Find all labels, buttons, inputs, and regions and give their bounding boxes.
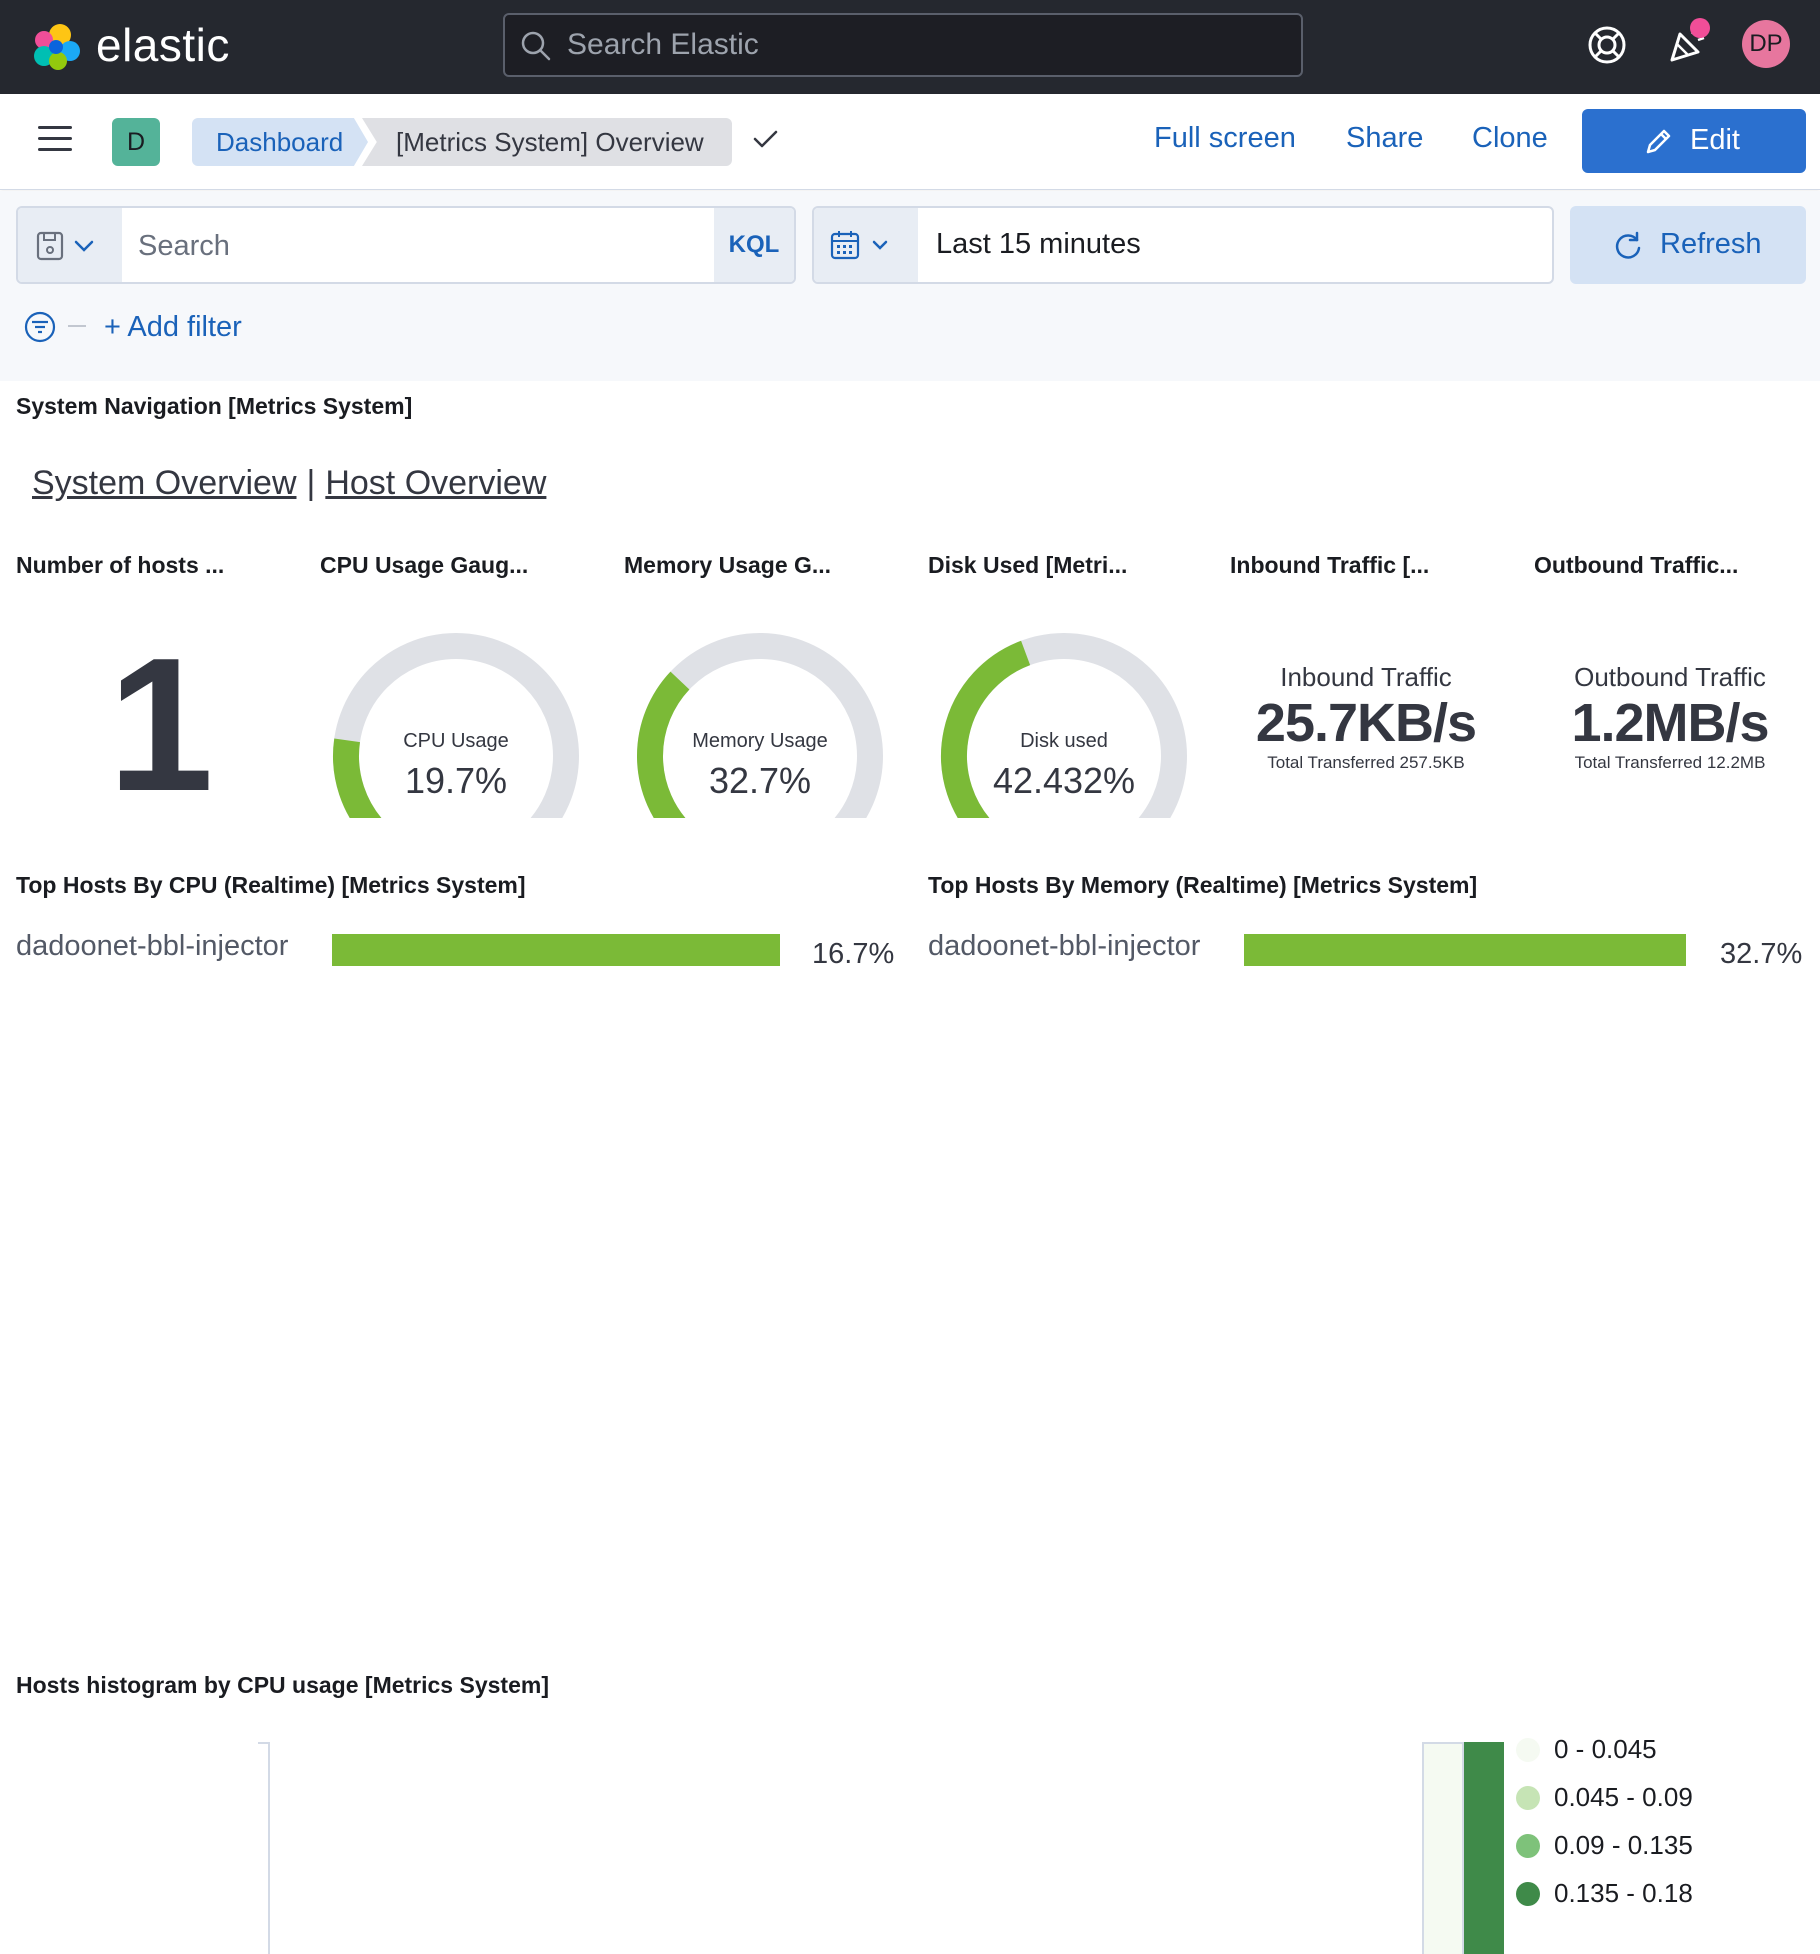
legend-swatch xyxy=(1516,1786,1540,1810)
disk-gauge: Disk used 42.432% xyxy=(924,628,1204,818)
global-search-input[interactable] xyxy=(567,21,1287,69)
cpu-gauge: CPU Usage 19.7% xyxy=(316,628,596,818)
calendar-icon xyxy=(830,231,888,260)
date-picker[interactable]: Last 15 minutes xyxy=(812,206,1554,284)
inbound-traffic-value: 25.7KB/s xyxy=(1255,693,1477,753)
heatmap-axis-tick xyxy=(258,1742,270,1744)
top-memory-host-name: dadoonet-bbl-injector xyxy=(928,930,1201,962)
memory-gauge-label: Memory Usage xyxy=(692,730,828,752)
brand-name[interactable]: elastic xyxy=(96,18,230,72)
legend-swatch xyxy=(1516,1834,1540,1858)
heatmap-cell[interactable] xyxy=(1422,1742,1464,1954)
time-range-text[interactable]: Last 15 minutes xyxy=(936,228,1141,261)
legend-swatch xyxy=(1516,1882,1540,1906)
panel-title-top-memory: Top Hosts By Memory (Realtime) [Metrics … xyxy=(928,872,1478,898)
disk-gauge-value: 42.432% xyxy=(992,760,1136,801)
space-avatar[interactable]: D xyxy=(112,118,160,166)
legend-item[interactable]: 0 - 0.045 xyxy=(1516,1734,1657,1765)
hosts-count-value: 1 xyxy=(108,619,214,831)
menu-icon[interactable] xyxy=(38,126,72,154)
filter-icon[interactable] xyxy=(24,311,56,343)
full-screen-link[interactable]: Full screen xyxy=(1154,122,1296,155)
inbound-traffic-total: Total Transferred 257.5KB xyxy=(1267,753,1465,772)
add-filter-button[interactable]: + Add filter xyxy=(104,311,242,344)
quick-menu-button[interactable] xyxy=(814,208,918,282)
pencil-icon xyxy=(1646,129,1671,154)
help-icon[interactable] xyxy=(1584,22,1630,68)
panel-title-top-cpu: Top Hosts By CPU (Realtime) [Metrics Sys… xyxy=(16,872,526,898)
edit-button[interactable]: Edit xyxy=(1582,109,1806,173)
share-link[interactable]: Share xyxy=(1346,122,1423,155)
panel-title-outbound: Outbound Traffic... xyxy=(1534,552,1739,578)
disk-gauge-label: Disk used xyxy=(1020,730,1108,752)
legend-item[interactable]: 0.09 - 0.135 xyxy=(1516,1830,1693,1861)
heatmap-cell[interactable] xyxy=(1464,1742,1504,1954)
refresh-button[interactable]: Refresh xyxy=(1570,206,1806,284)
panel-title-navigation: System Navigation [Metrics System] xyxy=(16,393,413,419)
inbound-traffic-label: Inbound Traffic xyxy=(1280,662,1452,692)
legend-label: 0.09 - 0.135 xyxy=(1554,1830,1693,1860)
outbound-traffic-total: Total Transferred 12.2MB xyxy=(1574,753,1766,772)
outbound-traffic-label: Outbound Traffic xyxy=(1574,662,1766,692)
legend-label: 0 - 0.045 xyxy=(1554,1734,1657,1764)
search-icon xyxy=(521,31,551,61)
outbound-traffic-value: 1.2MB/s xyxy=(1571,693,1769,753)
query-search[interactable]: KQL xyxy=(16,206,796,284)
user-avatar[interactable]: DP xyxy=(1742,20,1790,68)
panel-title-hosts: Number of hosts ... xyxy=(16,552,225,578)
breadcrumb-current: [Metrics System] Overview xyxy=(362,118,732,166)
elastic-logo-icon[interactable] xyxy=(30,20,82,72)
inbound-traffic-metric: Inbound Traffic 25.7KB/s Total Transferr… xyxy=(1236,662,1496,773)
nav-separator: | xyxy=(306,464,316,502)
top-cpu-host-bar xyxy=(332,934,780,966)
saved-query-button[interactable] xyxy=(18,208,122,282)
global-search[interactable] xyxy=(503,13,1303,77)
refresh-icon xyxy=(1615,231,1641,259)
legend-item[interactable]: 0.135 - 0.18 xyxy=(1516,1878,1693,1909)
app-header: D Dashboard [Metrics System] Overview Fu… xyxy=(0,94,1820,190)
legend-swatch xyxy=(1516,1738,1540,1762)
memory-gauge: Memory Usage 32.7% xyxy=(620,628,900,818)
panel-title-disk: Disk Used [Metri... xyxy=(928,552,1128,578)
legend-label: 0.135 - 0.18 xyxy=(1554,1878,1693,1908)
top-memory-host-value: 32.7% xyxy=(1720,938,1803,970)
legend-item[interactable]: 0.045 - 0.09 xyxy=(1516,1782,1693,1813)
system-overview-link[interactable]: System Overview xyxy=(32,464,297,502)
query-bar: KQL Last 15 minutes Refresh + Add filter xyxy=(0,191,1820,381)
clone-link[interactable]: Clone xyxy=(1472,122,1548,155)
cpu-gauge-label: CPU Usage xyxy=(403,730,509,752)
cpu-gauge-value: 19.7% xyxy=(404,760,508,801)
top-memory-host-bar xyxy=(1244,934,1686,966)
top-header: elastic DP xyxy=(0,0,1820,94)
panel-title-histogram: Hosts histogram by CPU usage [Metrics Sy… xyxy=(16,1672,549,1698)
heatmap-y-axis xyxy=(268,1742,270,1954)
memory-gauge-value: 32.7% xyxy=(708,760,812,801)
save-icon xyxy=(36,231,94,261)
check-icon xyxy=(753,130,778,148)
outbound-traffic-metric: Outbound Traffic 1.2MB/s Total Transferr… xyxy=(1540,662,1800,773)
edit-button-label: Edit xyxy=(1690,124,1740,156)
top-cpu-host-name: dadoonet-bbl-injector xyxy=(16,930,289,962)
host-overview-link[interactable]: Host Overview xyxy=(325,464,546,502)
kql-toggle[interactable]: KQL xyxy=(714,208,794,282)
breadcrumb-dashboard[interactable]: Dashboard xyxy=(192,118,368,166)
legend-label: 0.045 - 0.09 xyxy=(1554,1782,1693,1812)
system-navigation: System Overview | Host Overview xyxy=(32,464,546,503)
notification-dot xyxy=(1690,18,1710,38)
top-cpu-host-value: 16.7% xyxy=(812,938,895,970)
refresh-label: Refresh xyxy=(1660,228,1762,260)
query-input[interactable] xyxy=(138,222,718,270)
filter-divider xyxy=(68,325,86,327)
panel-title-inbound: Inbound Traffic [... xyxy=(1230,552,1430,578)
panel-title-cpu: CPU Usage Gaug... xyxy=(320,552,529,578)
panel-title-memory: Memory Usage G... xyxy=(624,552,832,578)
